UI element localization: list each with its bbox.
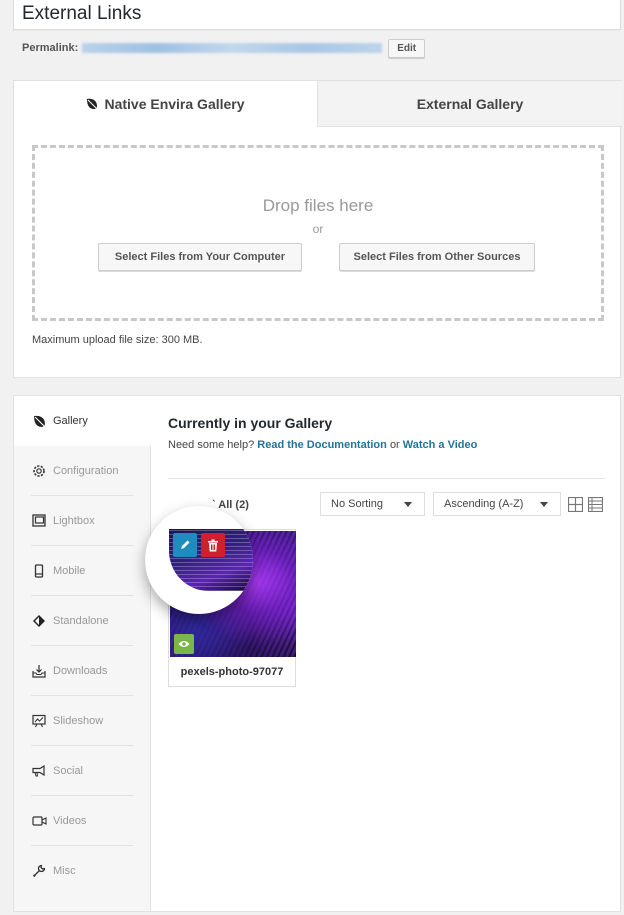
gallery-main: Currently in your Gallery Need some help… — [145, 396, 608, 911]
permalink-label: Permalink: — [22, 42, 79, 54]
pencil-icon — [181, 540, 190, 549]
settings-sidebar: Gallery Configuration Lightbox Mobile St… — [14, 396, 152, 911]
sidebar-item-label: Downloads — [53, 665, 108, 677]
help-text: Need some help? Read the Documentation o… — [168, 439, 477, 451]
permalink-url[interactable] — [82, 43, 383, 53]
eye-icon — [178, 641, 190, 647]
sidebar-item-label: Standalone — [53, 615, 109, 627]
sidebar-item-slideshow[interactable]: Slideshow — [14, 696, 151, 746]
help-prefix: Need some help? — [168, 439, 255, 451]
leaf-icon — [87, 98, 98, 110]
sort-order-select[interactable]: Ascending (A-Z) — [433, 492, 561, 516]
video-camera-icon — [31, 813, 47, 829]
tab-native-envira-gallery[interactable]: Native Envira Gallery — [14, 81, 317, 127]
drop-files-title: Drop files here — [262, 196, 374, 215]
sidebar-item-mobile[interactable]: Mobile — [14, 546, 151, 596]
megaphone-icon — [31, 763, 47, 779]
chevron-down-icon — [404, 502, 412, 507]
tab-external-label: External Gallery — [416, 95, 524, 112]
sidebar-item-label: Misc — [53, 865, 76, 877]
sidebar-item-label: Social — [53, 765, 83, 777]
sidebar-item-label: Gallery — [53, 415, 88, 427]
preview-button[interactable] — [174, 634, 194, 654]
read-documentation-link[interactable]: Read the Documentation — [257, 439, 387, 451]
slideshow-icon — [31, 713, 47, 729]
upload-panel: Native Envira Gallery External Gallery D… — [13, 80, 622, 378]
max-upload-size: Maximum upload file size: 300 MB. — [32, 334, 203, 346]
sorting-select-value: No Sorting — [331, 498, 383, 510]
sidebar-item-videos[interactable]: Videos — [14, 796, 151, 846]
help-or: or — [389, 439, 400, 451]
file-dropzone[interactable]: Drop files here or Select Files from You… — [32, 145, 604, 321]
chevron-down-icon — [540, 502, 548, 507]
sidebar-item-label: Lightbox — [53, 515, 95, 527]
download-icon — [31, 663, 47, 679]
edit-permalink-button[interactable]: Edit — [388, 38, 426, 58]
sidebar-item-label: Videos — [53, 815, 87, 827]
zoom-callout — [145, 506, 253, 614]
gallery-heading: Currently in your Gallery — [168, 415, 333, 431]
upload-tabs: Native Envira Gallery External Gallery — [14, 81, 622, 127]
trash-icon — [208, 539, 218, 551]
sidebar-item-standalone[interactable]: Standalone — [14, 596, 151, 646]
select-files-other-sources-button[interactable]: Select Files from Other Sources — [339, 243, 535, 271]
delete-item-button[interactable] — [201, 533, 225, 557]
standalone-icon — [31, 613, 47, 629]
sidebar-item-downloads[interactable]: Downloads — [14, 646, 151, 696]
select-files-computer-button[interactable]: Select Files from Your Computer — [98, 243, 302, 271]
mobile-icon — [31, 563, 47, 579]
sidebar-item-gallery[interactable]: Gallery — [14, 396, 152, 446]
sidebar-item-lightbox[interactable]: Lightbox — [14, 496, 151, 546]
permalink-row: Permalink: Edit — [22, 38, 426, 58]
drop-or-text: or — [312, 222, 324, 236]
grid-view-icon[interactable] — [568, 497, 583, 512]
tab-native-label: Native Envira Gallery — [104, 96, 245, 112]
list-view-icon[interactable] — [588, 497, 603, 512]
sidebar-item-configuration[interactable]: Configuration — [14, 446, 151, 496]
watch-video-link[interactable]: Watch a Video — [403, 439, 478, 451]
gallery-settings-panel: Gallery Configuration Lightbox Mobile St… — [13, 395, 621, 912]
leaf-icon — [31, 413, 47, 429]
lightbox-icon — [31, 513, 47, 529]
sidebar-item-misc[interactable]: Misc — [14, 846, 151, 896]
gallery-item-name: pexels-photo-97077 — [180, 666, 284, 678]
post-title-field[interactable]: External Links — [13, 0, 621, 30]
post-title: External Links — [22, 3, 142, 24]
wrench-icon — [31, 863, 47, 879]
sort-order-value: Ascending (A-Z) — [444, 498, 524, 510]
gallery-divider — [168, 478, 605, 479]
sorting-select[interactable]: No Sorting — [320, 492, 425, 516]
tab-external-gallery[interactable]: External Gallery — [317, 81, 622, 127]
sidebar-item-label: Configuration — [53, 465, 119, 477]
sidebar-item-social[interactable]: Social — [14, 746, 151, 796]
sidebar-item-label: Mobile — [53, 565, 86, 577]
edit-item-button[interactable] — [173, 533, 197, 557]
gear-icon — [31, 463, 47, 479]
sidebar-item-label: Slideshow — [53, 715, 104, 727]
